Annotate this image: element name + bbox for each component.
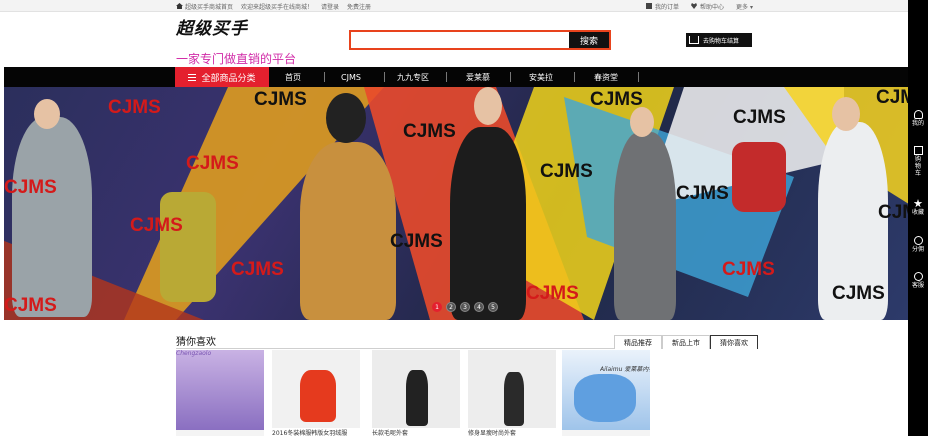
product-photo — [300, 370, 336, 422]
site-logo[interactable]: 超级买手 — [176, 14, 248, 39]
banner-scarf — [160, 192, 216, 302]
sidebar-item-service[interactable]: 客服 — [908, 272, 928, 289]
hero-banner[interactable]: CJMS CJMS CJMS CJMS CJMS CJMS CJMS CJMS … — [4, 87, 908, 320]
banner-watermark: CJMS — [4, 177, 57, 198]
welcome-text: 欢迎来超级买手在线商城！ — [241, 4, 314, 11]
sidebar-item-mine[interactable]: 我的 — [908, 110, 928, 127]
banner-model — [12, 117, 92, 317]
section-title: 猜你喜欢 — [176, 337, 216, 348]
register-link[interactable]: 免费注册 — [347, 2, 371, 11]
banner-watermark: CJMS — [590, 89, 643, 110]
banner-model-head — [326, 93, 366, 143]
product-caption: 2016冬装棉服韩版女羽绒服 — [272, 428, 360, 436]
banner-watermark: CJMS — [390, 231, 443, 252]
menu-icon — [188, 73, 197, 81]
site-slogan: 一家专门做直销的平台 — [176, 52, 297, 66]
tab-new-arrivals[interactable]: 新品上市 — [662, 335, 710, 349]
banner-watermark: CJMS — [186, 153, 239, 174]
carousel-dot[interactable]: 5 — [488, 302, 498, 312]
nav-item-anmeila[interactable]: 安美拉 — [510, 67, 572, 87]
right-toolbar: 我的 购物车 收藏 分佣 客服 — [908, 0, 928, 436]
product-card[interactable]: Ailaimu 爱莱慕内衣 — [562, 350, 650, 436]
banner-watermark: CJMS — [722, 259, 775, 280]
main-nav: 全部商品分类 首页 CJMS 九九专区 爱莱慕 安美拉 春资堂 — [4, 67, 908, 87]
banner-watermark: CJMS — [733, 107, 786, 128]
sidebar-item-favorites[interactable]: 收藏 — [908, 199, 928, 216]
banner-watermark: CJMS — [254, 89, 307, 110]
banner-watermark: CJMS — [4, 295, 57, 316]
product-card[interactable]: 长款毛呢外套 — [372, 350, 460, 436]
banner-watermark: CJMS — [231, 259, 284, 280]
my-orders-link[interactable]: 我的订单 — [646, 2, 679, 11]
home-link[interactable]: 超级买手商城首页 — [176, 2, 233, 11]
nav-item-jiujiu[interactable]: 九九专区 — [382, 67, 444, 87]
banner-watermark: CJMS — [540, 161, 593, 182]
cart-icon — [913, 146, 923, 155]
product-photo — [504, 372, 524, 426]
product-card[interactable]: 2016冬装棉服韩版女羽绒服 — [272, 350, 360, 436]
cart-icon — [689, 36, 699, 44]
sidebar-item-cart[interactable]: 购物车 — [908, 146, 928, 177]
cart-checkout-button[interactable]: 去购物车结算 — [686, 33, 752, 47]
carousel-dot[interactable]: 3 — [460, 302, 470, 312]
more-dropdown[interactable]: 更多 ▾ — [736, 2, 753, 11]
banner-watermark: CJMS — [876, 87, 908, 108]
product-caption: Ailaimu 爱莱慕内衣 — [600, 366, 650, 372]
document-icon — [646, 3, 652, 9]
section-tabs: 精品推荐 新品上市 猜你喜欢 — [614, 335, 758, 349]
nav-item-chunzitang[interactable]: 春资堂 — [575, 67, 637, 87]
all-categories-button[interactable]: 全部商品分类 — [175, 67, 269, 87]
chat-icon — [913, 272, 923, 281]
search-input[interactable] — [351, 32, 569, 48]
banner-watermark: CJMS — [130, 215, 183, 236]
banner-watermark: CJMS — [878, 202, 908, 223]
home-icon — [176, 3, 183, 9]
banner-model — [614, 132, 676, 320]
coin-icon — [913, 236, 923, 245]
help-center-link[interactable]: 帮助中心 — [691, 2, 724, 11]
product-photo — [574, 374, 636, 422]
carousel-dot[interactable]: 1 — [432, 302, 442, 312]
banner-model-head — [34, 99, 60, 129]
product-caption: Chengzaolo — [176, 350, 212, 357]
product-caption: 长款毛呢外套 — [372, 428, 460, 436]
product-photo — [406, 370, 428, 426]
banner-model — [450, 127, 526, 320]
product-card[interactable]: 修身显瘦时尚外套 — [468, 350, 556, 436]
star-icon — [913, 199, 923, 208]
banner-watermark: CJMS — [526, 283, 579, 304]
banner-watermark: CJMS — [676, 183, 729, 204]
carousel-dot[interactable]: 4 — [474, 302, 484, 312]
search-button[interactable]: 搜索 — [569, 32, 609, 48]
sidebar-item-commission[interactable]: 分佣 — [908, 236, 928, 253]
product-card[interactable]: Chengzaolo — [176, 350, 264, 436]
banner-model — [300, 142, 396, 320]
user-icon — [913, 110, 923, 119]
carousel-indicators: 1 2 3 4 5 — [432, 302, 498, 312]
tab-guess-you-like[interactable]: 猜你喜欢 — [710, 335, 758, 349]
top-info-bar: 超级买手商城首页 欢迎来超级买手在线商城！ 请登录 免费注册 我的订单 帮助中心… — [0, 0, 908, 12]
tab-featured[interactable]: 精品推荐 — [614, 335, 662, 349]
search-box: 搜索 — [349, 30, 611, 50]
banner-model-head — [832, 97, 860, 131]
banner-watermark: CJMS — [108, 97, 161, 118]
banner-scarf — [732, 142, 786, 212]
product-caption: 修身显瘦时尚外套 — [468, 428, 556, 436]
nav-item-home[interactable]: 首页 — [262, 67, 324, 87]
banner-watermark: CJMS — [403, 121, 456, 142]
nav-item-cjms[interactable]: CJMS — [320, 67, 382, 87]
heart-icon — [691, 3, 698, 9]
product-image — [176, 350, 264, 430]
carousel-dot[interactable]: 2 — [446, 302, 456, 312]
banner-model-head — [630, 107, 654, 137]
login-link[interactable]: 请登录 — [321, 2, 339, 11]
nav-divider — [638, 72, 639, 82]
banner-model-head — [474, 87, 502, 125]
banner-watermark: CJMS — [832, 283, 885, 304]
nav-item-ailaimu[interactable]: 爱莱慕 — [447, 67, 509, 87]
